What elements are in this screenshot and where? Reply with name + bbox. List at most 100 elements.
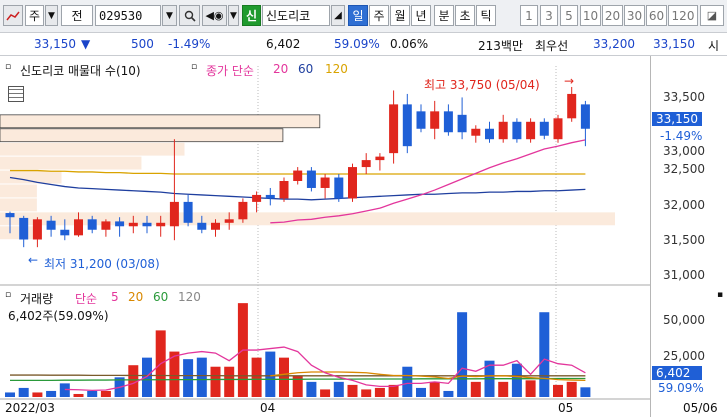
period-minute-button[interactable]: 분 (434, 5, 454, 26)
current-volume-badge: 6,402 (652, 366, 702, 380)
candle-body (539, 121, 549, 136)
period-main-button[interactable]: 주 (25, 5, 44, 26)
table-icon[interactable] (8, 86, 24, 102)
candle-body (74, 219, 83, 236)
low-price-label: 최저 31,200 (03/08) (44, 257, 160, 271)
candle-body (348, 167, 357, 199)
time-label: 시 (708, 39, 720, 53)
interval-20-button[interactable]: 20 (602, 5, 623, 26)
candle-body (512, 121, 522, 140)
interval-3-button[interactable]: 3 (540, 5, 558, 26)
interval-5-button[interactable]: 5 (560, 5, 578, 26)
priority-label: 최우선 (535, 39, 569, 53)
stock-name-field[interactable]: 신도리코 (262, 5, 330, 26)
current-pct-label: -1.49% (660, 129, 703, 143)
y-axis: 33,500 33,000 32,500 32,000 31,500 31,00… (650, 56, 727, 417)
search-icon[interactable] (179, 5, 200, 26)
volume-profile-bar (0, 128, 284, 143)
volume-bar (18, 387, 29, 397)
credit-badge: 신 (242, 5, 261, 26)
volume-ma5-label: 5 (111, 290, 119, 304)
candle-body (46, 220, 56, 230)
volume-ma20-label: 20 (128, 290, 144, 304)
y-tick-50000: 50,000 (663, 313, 705, 327)
toolbar: 주 ▼ 전 029530 ▼ ◀◉ ▼ 신 신도리코 ◢ 일 주 월 년 분 초… (0, 0, 727, 33)
volume-current-text: 6,402주(59.09%) (8, 309, 109, 323)
volume-bar (429, 381, 440, 397)
volume-panel-marker: ▫ (5, 290, 12, 300)
volume-profile-bar (0, 114, 321, 129)
volume-value: 6,402 (266, 37, 301, 51)
x-label-04: 04 (260, 401, 276, 415)
volume-bar (470, 381, 481, 397)
volume-bar (196, 357, 207, 397)
candle-body (279, 181, 289, 199)
period-day-button[interactable]: 일 (348, 5, 368, 26)
volume-bar (457, 312, 468, 397)
volume-bar (87, 390, 98, 397)
chart-area[interactable]: ▫ 신도리코 매물대 수(10) ▫ 종가 단순 20 60 120 최고 33… (0, 56, 650, 417)
period-second-button[interactable]: 초 (455, 5, 475, 26)
candle-body (101, 221, 111, 230)
candle-body (361, 160, 371, 168)
candle-body (32, 219, 42, 240)
interval-30-button[interactable]: 30 (624, 5, 645, 26)
y-tick-32500: 32,500 (663, 162, 705, 176)
volume-bar (265, 351, 276, 397)
y-tick-33500: 33,500 (663, 90, 705, 104)
price-ma60-label: 60 (298, 62, 314, 76)
candle-body (265, 194, 275, 199)
volume-bar (32, 392, 43, 397)
interval-1-button[interactable]: 1 (520, 5, 538, 26)
volume-bar (5, 392, 15, 397)
volume-bar (333, 381, 344, 397)
candle-body (183, 201, 193, 223)
period-tick-button[interactable]: 틱 (476, 5, 496, 26)
interval-60-button[interactable]: 60 (646, 5, 667, 26)
speaker-icon[interactable]: ◀◉ (202, 5, 227, 26)
y-tick-31500: 31,500 (663, 233, 705, 247)
x-label-2022-03: 2022/03 (5, 401, 55, 415)
price-legend-label: 종가 단순 (206, 64, 254, 78)
volume-bar (402, 366, 413, 397)
panel-toggle-icon[interactable]: ▪ (717, 290, 723, 300)
interval-10-button[interactable]: 10 (580, 5, 601, 26)
volume-bar (374, 387, 385, 397)
candle-body (87, 219, 97, 230)
price-panel-marker: ▫ (5, 62, 12, 72)
candle-body (389, 104, 399, 154)
candle-body (156, 222, 166, 227)
volume-profile-bar (0, 198, 37, 212)
settings-icon[interactable]: ◪ (700, 5, 724, 26)
code-dropdown-icon[interactable]: ▼ (162, 5, 177, 26)
name-edit-icon[interactable]: ◢ (331, 5, 345, 26)
prev-button[interactable]: 전 (61, 5, 93, 26)
period-month-button[interactable]: 월 (390, 5, 410, 26)
candle-body (306, 170, 316, 188)
current-volume-pct: 59.09% (658, 381, 704, 395)
volume-profile-bar (0, 226, 37, 240)
price-panel-title: 신도리코 매물대 수(10) (20, 64, 141, 78)
candle-body (211, 222, 220, 230)
volume-bar (46, 390, 57, 397)
x-label-05: 05 (558, 401, 574, 415)
price-change: 500 (131, 37, 154, 51)
dropdown-icon[interactable]: ▼ (45, 5, 58, 26)
chart-type-icon[interactable] (3, 5, 23, 26)
candle-body (60, 229, 70, 236)
stock-code-input[interactable]: 029530 (95, 5, 161, 26)
candle-body (567, 93, 577, 119)
candle-body (238, 201, 248, 220)
period-week-button[interactable]: 주 (369, 5, 389, 26)
current-price-badge: 33,150 (652, 112, 702, 126)
speaker-dropdown-icon[interactable]: ▼ (228, 5, 239, 26)
volume-bar (525, 380, 536, 397)
x-label-last-date: 05/06 (683, 401, 718, 415)
volume-bar (224, 366, 235, 397)
y-tick-31000: 31,000 (663, 268, 705, 282)
price-volume-chart[interactable] (0, 56, 650, 417)
period-year-button[interactable]: 년 (411, 5, 431, 26)
interval-120-button[interactable]: 120 (668, 5, 698, 26)
volume-profile-bar (0, 142, 185, 156)
volume-bar (183, 359, 194, 397)
